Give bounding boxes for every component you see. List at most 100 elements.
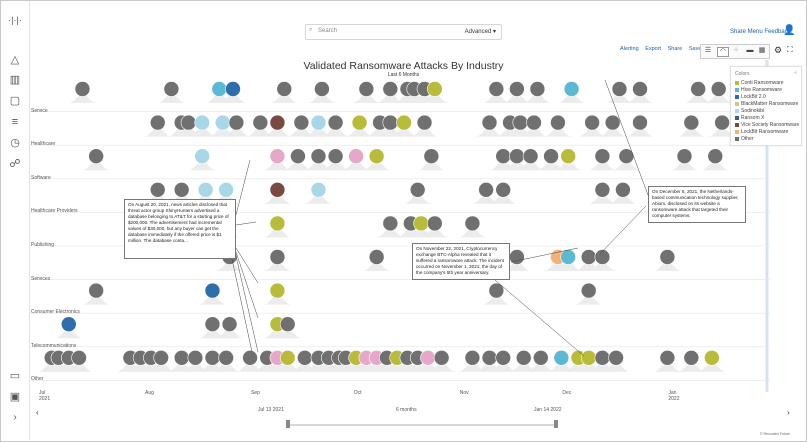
attack-dot	[214, 114, 231, 131]
attack-dot	[413, 215, 429, 232]
attack-dot	[228, 114, 245, 131]
attack-dot	[382, 81, 399, 97]
attack-dot	[611, 81, 628, 97]
legend: Colors « Conti Ransomware Hive Ransomware…	[730, 66, 802, 146]
attack-dot	[659, 349, 676, 366]
attack-dot	[290, 148, 306, 164]
attack-dot	[368, 249, 385, 265]
attack-dot	[560, 148, 576, 164]
x-tick-label: Dec	[562, 390, 572, 396]
legend-item[interactable]: LockBit 2.0	[735, 94, 766, 100]
legend-swatch	[735, 87, 739, 92]
attack-dot	[604, 114, 621, 131]
attack-dot	[187, 349, 204, 366]
attack-dot	[563, 81, 580, 97]
attack-dot	[327, 114, 344, 131]
legend-item[interactable]: LockBit Ransomware	[735, 129, 788, 135]
attack-dot	[704, 349, 720, 366]
attack-dot	[279, 349, 296, 366]
attack-dot	[149, 182, 166, 198]
attack-dot	[358, 81, 375, 97]
attack-dot	[495, 349, 511, 366]
attack-dot	[211, 81, 228, 97]
legend-label: Other	[741, 136, 754, 142]
category-label: Consumer Electronics	[31, 309, 80, 316]
attack-dot	[615, 182, 631, 198]
attack-dot	[348, 148, 364, 164]
attack-dot	[218, 182, 234, 198]
attack-dot	[522, 148, 539, 164]
attack-dot	[433, 349, 450, 366]
attack-dot	[269, 215, 286, 232]
category-label: Service	[31, 107, 48, 114]
legend-label: Sodinokibi	[741, 108, 765, 114]
legend-item[interactable]: Vice Society Ransomware	[735, 122, 799, 128]
legend-label: BlackMatter Ransomware	[741, 101, 799, 107]
scroll-right-icon[interactable]: ›	[787, 408, 790, 417]
attack-dot	[74, 81, 91, 97]
attack-dot	[683, 349, 700, 366]
attack-dot	[560, 249, 576, 265]
attack-dot	[269, 182, 286, 198]
attack-dot	[526, 114, 542, 131]
legend-item[interactable]: BlackMatter Ransomware	[735, 101, 798, 107]
annotation-att: On August 20, 2021, news articles disclo…	[124, 199, 236, 259]
legend-label: LockBit 2.0	[741, 94, 766, 100]
attack-dot	[368, 148, 385, 164]
annotation-connector	[235, 159, 251, 216]
attack-dot	[293, 114, 310, 131]
attack-dot	[310, 182, 327, 198]
attack-dot	[149, 114, 166, 131]
attack-dot	[580, 282, 597, 299]
attack-dot	[464, 349, 481, 366]
attack-dot	[420, 349, 436, 366]
attack-dot	[509, 249, 525, 265]
attack-dot	[71, 349, 87, 366]
range-start-handle[interactable]	[286, 420, 290, 428]
x-tick-label: Sep	[251, 390, 260, 396]
legend-swatch	[735, 115, 739, 120]
legend-swatch	[735, 94, 739, 99]
attack-dot	[194, 114, 210, 131]
attack-dot	[416, 114, 433, 131]
attack-dot	[204, 282, 221, 299]
legend-collapse-icon[interactable]: «	[794, 70, 797, 76]
attack-dot	[464, 215, 481, 232]
legend-swatch	[735, 101, 739, 106]
legend-item[interactable]: Ransom X	[735, 115, 764, 121]
attack-dot	[269, 282, 286, 299]
annotation-connector	[235, 247, 259, 284]
attack-dot	[269, 148, 286, 164]
legend-label: LockBit Ransomware	[741, 129, 789, 135]
attack-dot	[153, 349, 169, 366]
scroll-left-icon[interactable]: ‹	[36, 408, 39, 417]
range-track[interactable]	[288, 424, 556, 426]
attack-dot	[515, 349, 532, 366]
annotation-btc-alpha: On November 22, 2021, Cryptocurrency exc…	[412, 243, 510, 280]
attack-dot	[426, 215, 443, 232]
legend-swatch	[735, 129, 739, 134]
attack-dot	[481, 349, 498, 366]
attack-dot	[310, 114, 327, 131]
legend-label: Vice Society Ransomware	[741, 122, 800, 128]
category-label: Telecommunications	[31, 342, 77, 349]
attack-dot	[594, 148, 611, 164]
attack-dot	[580, 249, 597, 265]
legend-item[interactable]: Conti Ransomware	[735, 80, 784, 86]
attack-dot	[509, 148, 525, 164]
attack-dot	[269, 249, 286, 265]
range-end-handle[interactable]	[554, 420, 558, 428]
attack-dot	[225, 81, 241, 97]
category-label: Services	[31, 275, 51, 282]
attack-dot	[529, 81, 546, 97]
legend-swatch	[735, 136, 739, 141]
attack-dot	[608, 349, 624, 366]
legend-item[interactable]: Hive Ransomware	[735, 87, 782, 93]
legend-item[interactable]: Other	[735, 136, 754, 142]
attack-dot	[173, 182, 190, 198]
category-label: Healthcare	[31, 141, 56, 148]
legend-item[interactable]: Sodinokibi	[735, 108, 764, 114]
attack-dot	[88, 282, 104, 299]
attack-dot	[297, 349, 313, 366]
attack-dot	[276, 81, 293, 97]
